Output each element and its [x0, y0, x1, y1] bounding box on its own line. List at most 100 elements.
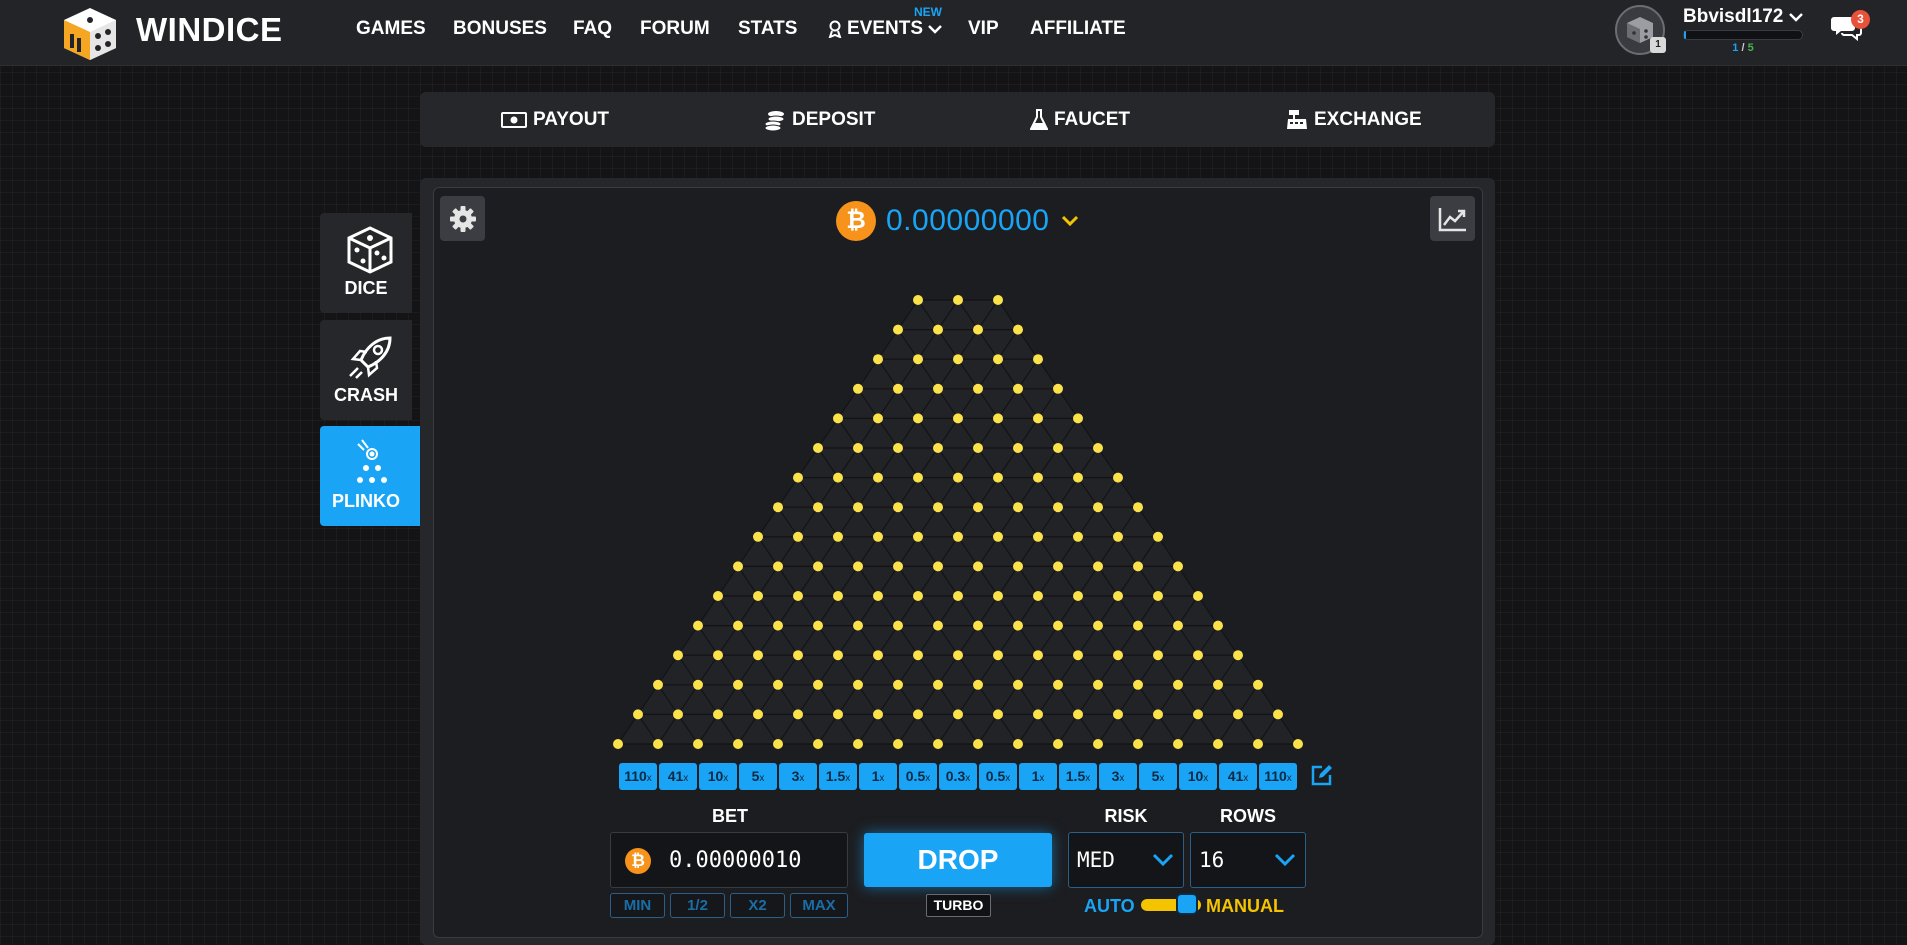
plinko-peg [773, 679, 783, 690]
plinko-peg [1033, 531, 1043, 542]
risk-select[interactable]: MED [1068, 832, 1184, 888]
multiplier-slot: 41x [659, 763, 697, 790]
plinko-peg [1253, 679, 1263, 690]
plinko-peg [1053, 502, 1063, 513]
plinko-peg [1133, 502, 1143, 513]
multiplier-slot: 1.5x [819, 763, 857, 790]
multiplier-value: 41 [1227, 768, 1244, 784]
plinko-peg [853, 679, 863, 690]
plinko-peg [1213, 679, 1223, 690]
toggle-knob[interactable] [1176, 893, 1198, 915]
plinko-peg [1133, 620, 1143, 631]
bet-double-button[interactable]: X2 [730, 893, 785, 918]
multiplier-slot: 3x [779, 763, 817, 790]
plinko-peg [993, 531, 1003, 542]
plinko-peg [813, 739, 823, 749]
multiplier-value: 110 [624, 768, 647, 784]
plinko-peg [1133, 679, 1143, 690]
plinko-peg [1173, 679, 1183, 690]
plinko-peg [1213, 620, 1223, 631]
plinko-peg [1113, 591, 1123, 601]
plinko-peg [733, 561, 743, 572]
plinko-peg [1053, 383, 1063, 394]
multiplier-value: 10 [1187, 768, 1204, 784]
plinko-peg [1053, 739, 1063, 749]
multiplier-value: 1.5 [1065, 768, 1086, 784]
multiplier-slot: 110x [619, 763, 657, 790]
plinko-peg [833, 591, 843, 601]
plinko-peg [1193, 591, 1203, 601]
multiplier-value: 0.5 [985, 768, 1006, 784]
bet-half-button[interactable]: 1/2 [670, 893, 725, 918]
plinko-peg [873, 591, 883, 601]
plinko-peg [973, 502, 983, 513]
auto-mode-label[interactable]: AUTO [1084, 896, 1135, 917]
plinko-peg [913, 472, 923, 483]
plinko-peg [713, 591, 723, 601]
plinko-peg [1013, 561, 1023, 572]
plinko-peg [693, 739, 703, 749]
plinko-peg [1273, 709, 1283, 720]
plinko-peg [913, 591, 923, 601]
plinko-peg [913, 413, 923, 424]
plinko-peg [993, 413, 1003, 424]
plinko-peg [973, 620, 983, 631]
plinko-peg [1033, 650, 1043, 661]
plinko-peg [853, 383, 863, 394]
plinko-peg [1133, 561, 1143, 572]
plinko-peg [1053, 561, 1063, 572]
multiplier-suffix: x [1085, 773, 1091, 784]
plinko-peg [1093, 679, 1103, 690]
multiplier-suffix: x [879, 773, 885, 784]
plinko-peg [853, 561, 863, 572]
plinko-peg [1173, 620, 1183, 631]
drop-button[interactable]: DROP [864, 833, 1052, 887]
multiplier-value: 110 [1264, 768, 1287, 784]
plinko-peg [1233, 650, 1243, 661]
multiplier-suffix: x [1243, 773, 1249, 784]
plinko-peg [953, 709, 963, 720]
plinko-peg [893, 324, 903, 335]
bet-max-button[interactable]: MAX [790, 893, 848, 918]
bet-field[interactable]: ₿ [610, 832, 848, 888]
plinko-peg [1093, 561, 1103, 572]
rows-select[interactable]: 16 [1190, 832, 1306, 888]
plinko-peg [1113, 531, 1123, 542]
bet-amount-input[interactable] [669, 843, 839, 877]
plinko-peg [893, 443, 903, 453]
plinko-peg [1073, 650, 1083, 661]
plinko-peg [1113, 709, 1123, 720]
plinko-peg [673, 650, 683, 661]
plinko-peg [933, 443, 943, 453]
plinko-peg [893, 383, 903, 394]
manual-mode-label[interactable]: MANUAL [1206, 896, 1284, 917]
edit-icon[interactable] [1310, 764, 1334, 786]
multiplier-value: 1.5 [825, 768, 846, 784]
plinko-peg [1113, 472, 1123, 483]
bet-label: BET [712, 806, 748, 826]
plinko-peg [833, 472, 843, 483]
plinko-peg [953, 591, 963, 601]
multiplier-suffix: x [925, 773, 931, 784]
plinko-peg [1033, 591, 1043, 601]
plinko-peg [1013, 502, 1023, 513]
turbo-button[interactable]: TURBO [926, 894, 991, 917]
plinko-peg [893, 739, 903, 749]
multiplier-slot: 1x [859, 763, 897, 790]
plinko-peg [1033, 472, 1043, 483]
multiplier-suffix: x [759, 773, 765, 784]
plinko-peg [953, 650, 963, 661]
risk-label: RISK [1104, 806, 1148, 826]
plinko-peg [833, 650, 843, 661]
plinko-peg [1013, 443, 1023, 453]
plinko-peg [1133, 739, 1143, 749]
plinko-peg [1173, 561, 1183, 572]
plinko-peg [973, 443, 983, 453]
multiplier-suffix: x [1203, 773, 1209, 784]
plinko-peg [873, 650, 883, 661]
board-background [618, 300, 1298, 744]
plinko-peg [633, 709, 643, 720]
plinko-peg [953, 413, 963, 424]
plinko-peg [733, 620, 743, 631]
bet-min-button[interactable]: MIN [610, 893, 665, 918]
